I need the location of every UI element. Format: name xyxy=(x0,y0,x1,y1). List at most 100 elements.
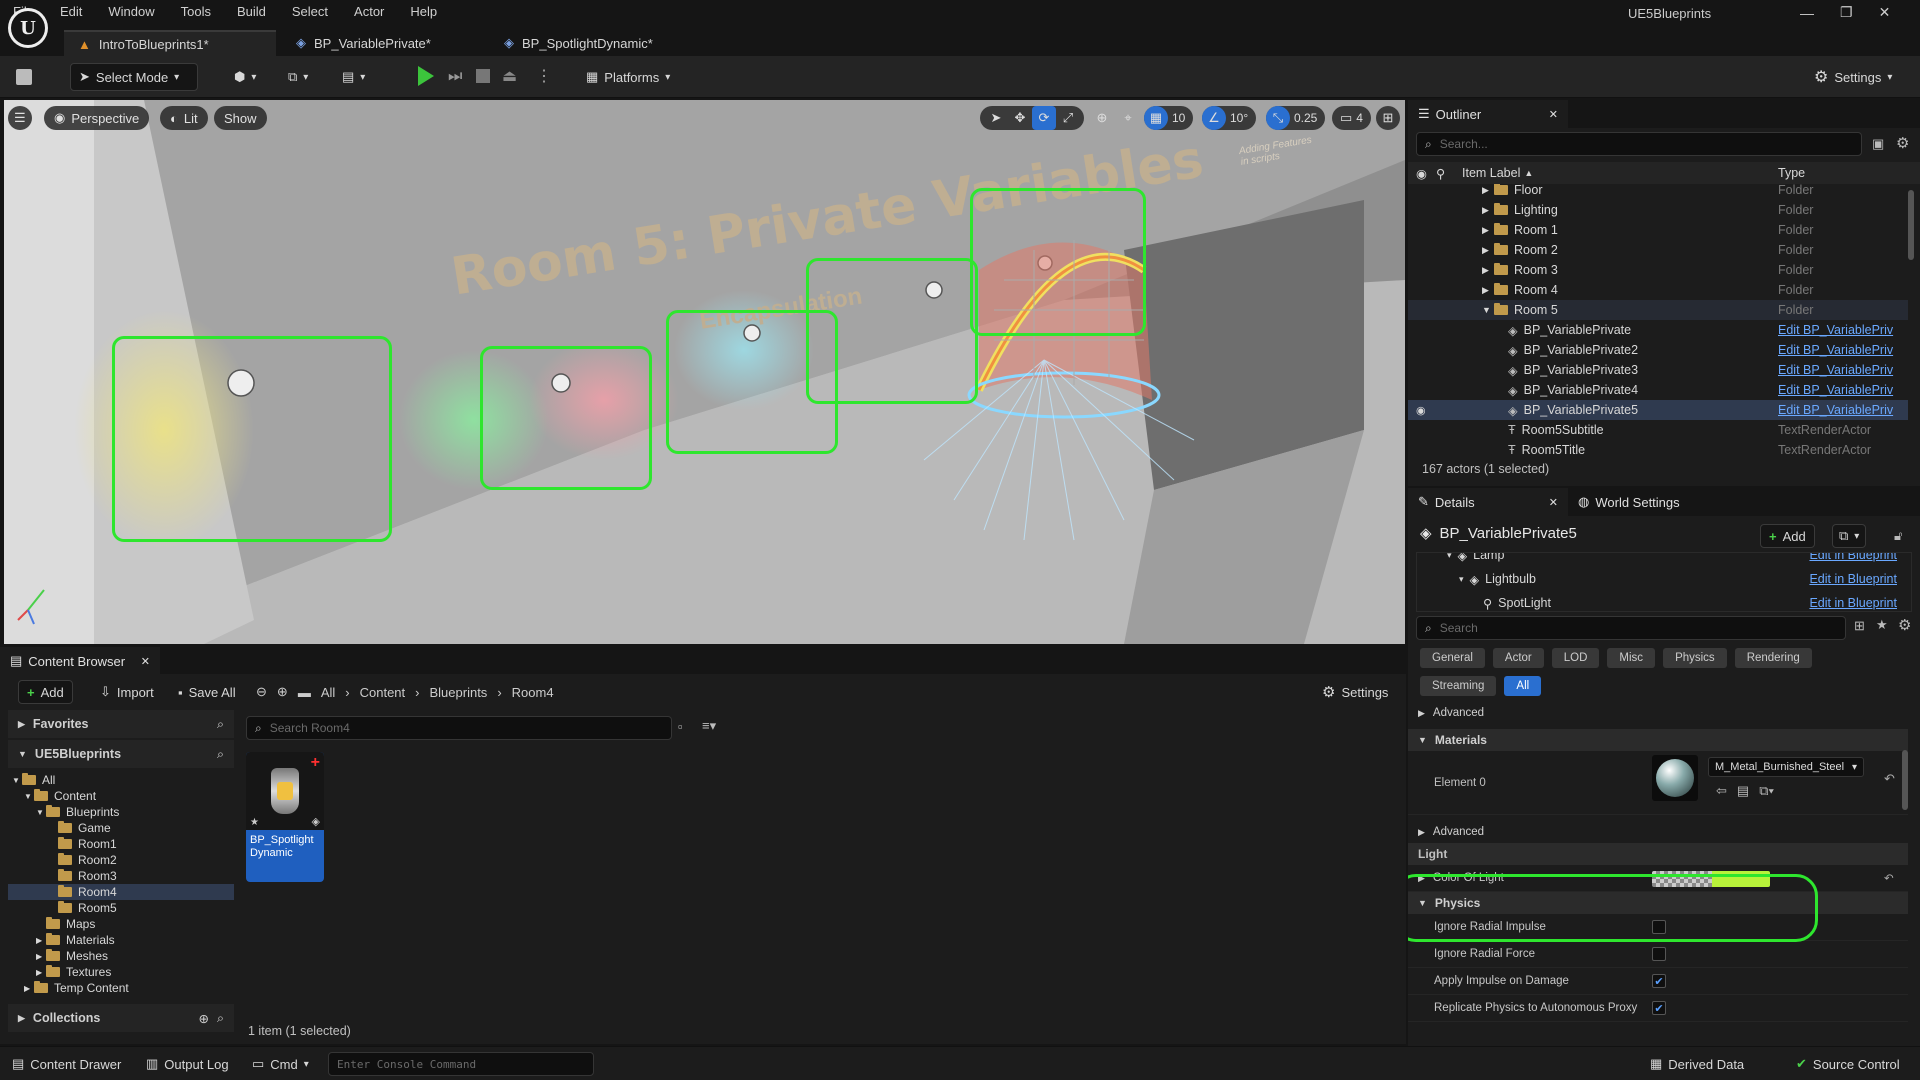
chevron-down-icon[interactable]: ▼ xyxy=(36,808,46,817)
select-mode-button[interactable]: ➤ Select Mode ▾ xyxy=(70,63,198,91)
outliner-search-input[interactable]: ⌕ Search... xyxy=(1416,132,1862,156)
folder-tree-item[interactable]: Room1 xyxy=(8,836,234,852)
chevron-down-icon[interactable]: ▼ xyxy=(24,792,34,801)
details-search-input[interactable]: ⌕ Search xyxy=(1416,616,1846,640)
folder-tree-item[interactable]: Maps xyxy=(8,916,234,932)
gear-icon[interactable]: ⚙ xyxy=(1898,616,1911,634)
outliner-scrollbar[interactable] xyxy=(1908,190,1914,260)
world-space-icon[interactable]: ⊕ xyxy=(1090,106,1114,130)
folder-tree-item[interactable]: Room5 xyxy=(8,900,234,916)
component-spotlight[interactable]: ⚲ SpotLight Edit in Blueprint xyxy=(1483,593,1907,611)
tab-introtoblueprints[interactable]: ▲ IntroToBlueprints1* xyxy=(64,30,276,56)
eye-icon[interactable]: ◉ xyxy=(1416,166,1436,181)
component-lamp[interactable]: ▾ ◈ Lamp Edit in Blueprint xyxy=(1447,553,1907,565)
step-icon[interactable]: ⏭ xyxy=(448,68,462,86)
chevron-down-icon[interactable]: ▼ xyxy=(12,776,22,785)
menu-actor[interactable]: Actor xyxy=(341,0,397,24)
filter-physics[interactable]: Physics xyxy=(1663,648,1727,668)
cb-settings-button[interactable]: ⚙ Settings xyxy=(1314,680,1396,704)
outliner-folder-row[interactable]: ▼ Room 5 Folder xyxy=(1408,300,1908,320)
outliner-folder-row[interactable]: ▶ Room 3 Folder xyxy=(1408,260,1908,280)
output-log-button[interactable]: ▥ Output Log xyxy=(138,1050,237,1078)
advanced-expander[interactable]: ▶ Advanced xyxy=(1408,702,1908,724)
chevron-right-icon[interactable]: ▶ xyxy=(1482,205,1494,216)
chevron-right-icon[interactable]: ▶ xyxy=(1482,285,1494,296)
folder-tree-item[interactable]: Room3 xyxy=(8,868,234,884)
asset-tile-bp-spotlight-dynamic[interactable]: + ★ ◈ BP_Spotlight Dynamic xyxy=(246,752,324,882)
rotation-snap-control[interactable]: ∠ 10° xyxy=(1202,106,1257,130)
grid-snap-control[interactable]: ▦ 10 xyxy=(1144,106,1194,130)
content-drawer-button[interactable]: ▤ Content Drawer xyxy=(4,1050,129,1078)
advanced-expander[interactable]: ▶ Advanced xyxy=(1408,821,1908,843)
project-header[interactable]: ▼ UE5Blueprints ⌕ xyxy=(8,740,234,768)
chevron-right-icon[interactable]: ▶ xyxy=(1482,245,1494,256)
outliner-tab[interactable]: ☰ Outliner ✕ xyxy=(1408,100,1568,128)
filter-actor[interactable]: Actor xyxy=(1492,648,1544,668)
rotate-tool-icon[interactable]: ⟳ xyxy=(1032,106,1056,130)
menu-build[interactable]: Build xyxy=(224,0,279,24)
column-item-label[interactable]: Item Label xyxy=(1462,166,1520,180)
outliner-actor-row[interactable]: ◈ BP_VariablePrivate Edit BP_VariablePriv xyxy=(1408,320,1908,340)
unreal-logo-icon[interactable]: U xyxy=(8,8,48,48)
chevron-right-icon[interactable]: ▶ xyxy=(24,984,34,993)
gear-icon[interactable]: ⚙ xyxy=(1896,134,1909,152)
cmd-button[interactable]: ▭ Cmd ▾ xyxy=(244,1050,317,1078)
world-settings-tab[interactable]: ◍ World Settings xyxy=(1568,488,1690,516)
filter-streaming[interactable]: Streaming xyxy=(1420,676,1497,696)
outliner-folder-row[interactable]: ▶ Room 1 Folder xyxy=(1408,220,1908,240)
folder-tree-item[interactable]: Game xyxy=(8,820,234,836)
checkbox[interactable]: ✔ xyxy=(1652,1001,1666,1015)
favorites-header[interactable]: ▶ Favorites ⌕ xyxy=(8,710,234,738)
filter-misc[interactable]: Misc xyxy=(1607,648,1656,668)
menu-tools[interactable]: Tools xyxy=(168,0,224,24)
folder-tree-item[interactable]: ▶ Materials xyxy=(8,932,234,948)
use-selected-icon[interactable]: ⇦ xyxy=(1716,783,1727,799)
breadcrumb-blueprints[interactable]: Blueprints xyxy=(430,685,488,700)
menu-help[interactable]: Help xyxy=(397,0,450,24)
material-dropdown[interactable]: M_Metal_Burnished_Steel ▾ xyxy=(1708,757,1864,777)
folder-tree-item[interactable]: Room2 xyxy=(8,852,234,868)
tab-bp-spotlightdynamic[interactable]: ◈ BP_SpotlightDynamic* xyxy=(490,30,700,56)
outliner-actor-row[interactable]: Ŧ Room5Title TextRenderActor xyxy=(1408,440,1908,454)
search-icon[interactable]: ⌕ xyxy=(217,1011,224,1026)
folder-tree-item[interactable]: Room4 xyxy=(8,884,234,900)
derived-data-button[interactable]: ▦ Derived Data xyxy=(1642,1050,1752,1078)
edit-blueprint-link[interactable]: Edit BP_VariablePriv xyxy=(1778,323,1893,337)
scale-snap-control[interactable]: ⤡ 0.25 xyxy=(1266,106,1326,130)
save-icon[interactable] xyxy=(16,69,32,85)
materials-category[interactable]: ▼ Materials xyxy=(1408,729,1908,751)
browse-icon[interactable]: ▤ xyxy=(1737,783,1749,799)
surface-snap-icon[interactable]: ⌖ xyxy=(1116,106,1140,130)
edit-blueprint-link[interactable]: Edit BP_VariablePriv xyxy=(1778,363,1893,377)
outliner-actor-row[interactable]: ◉ ◈ BP_VariablePrivate5 Edit BP_VariablePri… xyxy=(1408,400,1908,420)
folder-tree-item[interactable]: ▼ Blueprints xyxy=(8,804,234,820)
outliner-actor-row[interactable]: Ŧ Room5Subtitle TextRenderActor xyxy=(1408,420,1908,440)
save-all-button[interactable]: ▪ Save All xyxy=(170,680,244,704)
breadcrumb-content[interactable]: Content xyxy=(360,685,406,700)
filter-rendering[interactable]: Rendering xyxy=(1734,648,1812,668)
edit-blueprint-link[interactable]: Edit BP_VariablePriv xyxy=(1778,403,1893,417)
close-icon[interactable]: ✕ xyxy=(1549,108,1558,121)
minimize-icon[interactable]: — xyxy=(1800,5,1814,21)
search-icon[interactable]: ⌕ xyxy=(217,747,224,762)
outliner-folder-row[interactable]: ▶ Room 2 Folder xyxy=(1408,240,1908,260)
eye-icon[interactable]: ◉ xyxy=(1416,404,1440,417)
folder-tree-item[interactable]: ▶ Textures xyxy=(8,964,234,980)
chevron-right-icon[interactable]: ▶ xyxy=(1482,185,1494,196)
blueprint-options-button[interactable]: ⧉ ▾ xyxy=(1832,524,1867,548)
filter-icon[interactable]: ≡▾ xyxy=(702,718,716,734)
add-collection-icon[interactable]: ⊕ xyxy=(199,1011,209,1026)
column-type[interactable]: Type xyxy=(1778,166,1805,180)
menu-window[interactable]: Window xyxy=(95,0,167,24)
light-category[interactable]: Light xyxy=(1408,843,1908,865)
outliner-folder-row[interactable]: ▶ Lighting Folder xyxy=(1408,200,1908,220)
cinematics-button[interactable]: ▤ ▾ xyxy=(334,63,373,91)
cb-search-input[interactable]: ⌕ Search Room4 xyxy=(246,716,672,740)
camera-speed-control[interactable]: ▭ 4 xyxy=(1332,106,1371,130)
folder-tree-item[interactable]: ▶ Meshes xyxy=(8,948,234,964)
close-icon[interactable]: ✕ xyxy=(141,655,150,668)
scale-tool-icon[interactable]: ⤢ xyxy=(1056,106,1080,130)
component-lightbulb[interactable]: ▾ ◈ Lightbulb Edit in Blueprint xyxy=(1459,569,1907,589)
material-thumbnail[interactable] xyxy=(1652,755,1698,801)
add-actor-button[interactable]: ⬢ ▾ xyxy=(226,63,264,91)
